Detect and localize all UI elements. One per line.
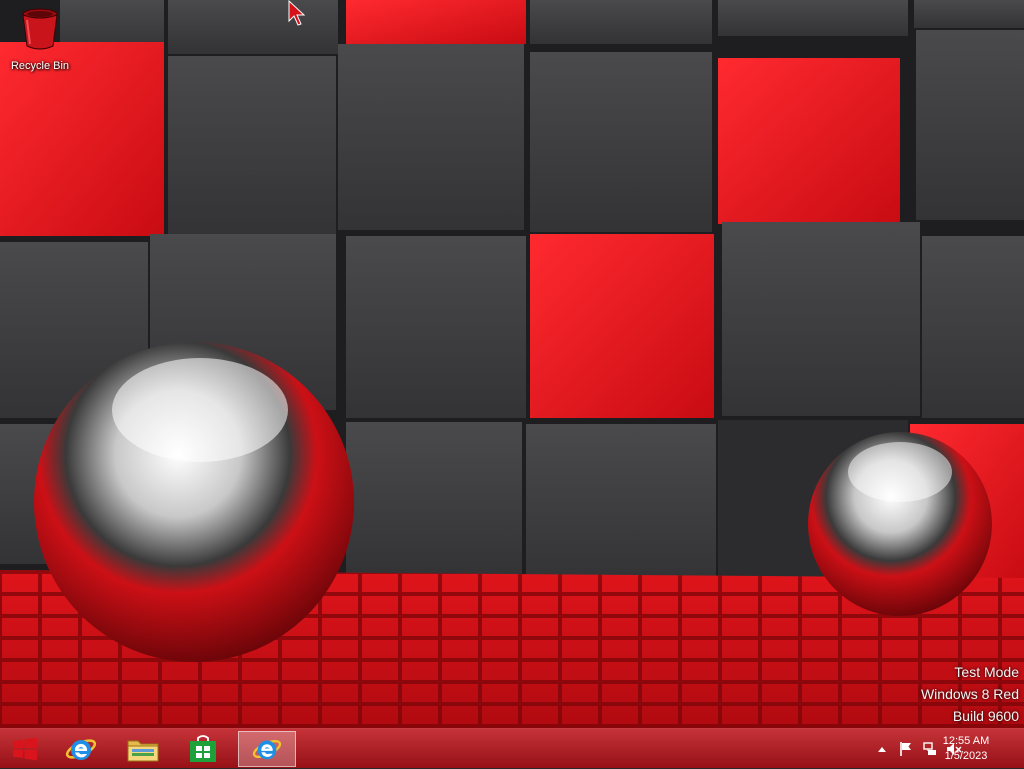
ie-icon	[252, 739, 282, 760]
clock-date: 1/5/2023	[944, 750, 988, 762]
ie-icon	[65, 739, 97, 760]
desktop[interactable]: Recycle Bin Test Mode Windows 8 Red Buil…	[0, 0, 1024, 728]
taskbar-internet-explorer-running[interactable]	[238, 731, 296, 767]
clock-time: 12:55 AM	[942, 735, 990, 747]
watermark-line-edition: Windows 8 Red	[920, 686, 1019, 702]
taskbar-file-explorer[interactable]	[114, 731, 172, 767]
start-button[interactable]	[0, 731, 50, 767]
show-hidden-icons-chevron[interactable]	[872, 739, 892, 759]
wallpaper-image	[0, 0, 1024, 728]
test-mode-watermark: Test Mode Windows 8 Red Build 9600	[921, 661, 1019, 727]
desktop-icon-label: Recycle Bin	[10, 60, 70, 72]
taskbar-store[interactable]	[174, 731, 232, 767]
chevron-up-icon	[878, 747, 886, 752]
system-tray: 12:55 AM 1/5/2023	[824, 729, 1024, 769]
desktop-icon-recycle-bin[interactable]: Recycle Bin	[4, 6, 76, 72]
taskbar-clock[interactable]: 12:55 AM 1/5/2023	[926, 734, 1006, 764]
taskbar: 12:55 AM 1/5/2023	[0, 728, 1024, 768]
recycle-bin-icon	[22, 8, 58, 50]
windows-logo-icon	[13, 737, 37, 761]
folder-icon	[127, 740, 159, 762]
store-icon	[190, 735, 216, 762]
taskbar-internet-explorer[interactable]	[52, 731, 110, 767]
flag-icon	[900, 742, 911, 756]
action-center-flag[interactable]	[896, 739, 916, 759]
watermark-line-build: Build 9600	[952, 708, 1019, 724]
watermark-line-test-mode: Test Mode	[954, 664, 1019, 680]
mouse-cursor-icon	[288, 0, 306, 26]
